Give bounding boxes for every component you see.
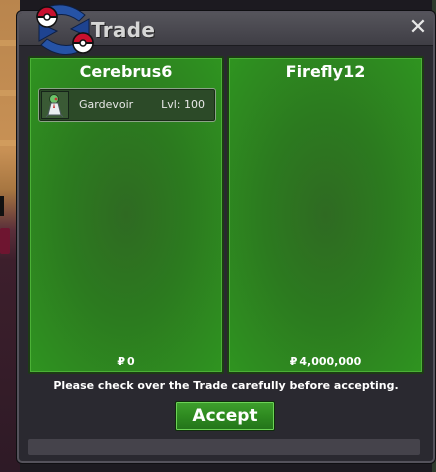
money-offer: ₽0: [30, 355, 222, 368]
bottom-bar: [28, 439, 420, 455]
pokemon-slot[interactable]: Gardevoir Lvl: 100: [38, 88, 216, 122]
flower-bush: [0, 228, 10, 254]
money-offer: ₽4,000,000: [229, 355, 422, 368]
pokemon-sprite-icon: [41, 91, 69, 119]
money-amount: 0: [127, 355, 135, 368]
trade-logo-icon: [36, 4, 94, 55]
accept-button[interactable]: Accept: [175, 401, 275, 431]
pokemon-name: Gardevoir: [79, 98, 134, 111]
fence-post: [0, 196, 4, 216]
player-name: Cerebrus6: [79, 62, 173, 81]
trade-panel-player: Cerebrus6 Gardevoir Lvl: 100 ₽0: [28, 56, 224, 374]
close-button[interactable]: ✕: [407, 17, 429, 39]
trade-notice: Please check over the Trade carefully be…: [53, 379, 399, 392]
trade-window: Trade ✕ Cerebrus6 Gardevoir Lvl: 100 ₽ 0…: [17, 4, 435, 463]
money-amount: 4,000,000: [299, 355, 362, 368]
trade-panel-partner: Firefly12 ₽4,000,000: [227, 56, 424, 374]
pokemon-level: Lvl: 100: [161, 98, 205, 111]
pokedollar-icon: ₽: [289, 355, 298, 368]
pokedollar-icon: ₽: [117, 355, 125, 368]
gardevoir-icon: [45, 94, 64, 118]
partner-name: Firefly12: [285, 62, 366, 81]
